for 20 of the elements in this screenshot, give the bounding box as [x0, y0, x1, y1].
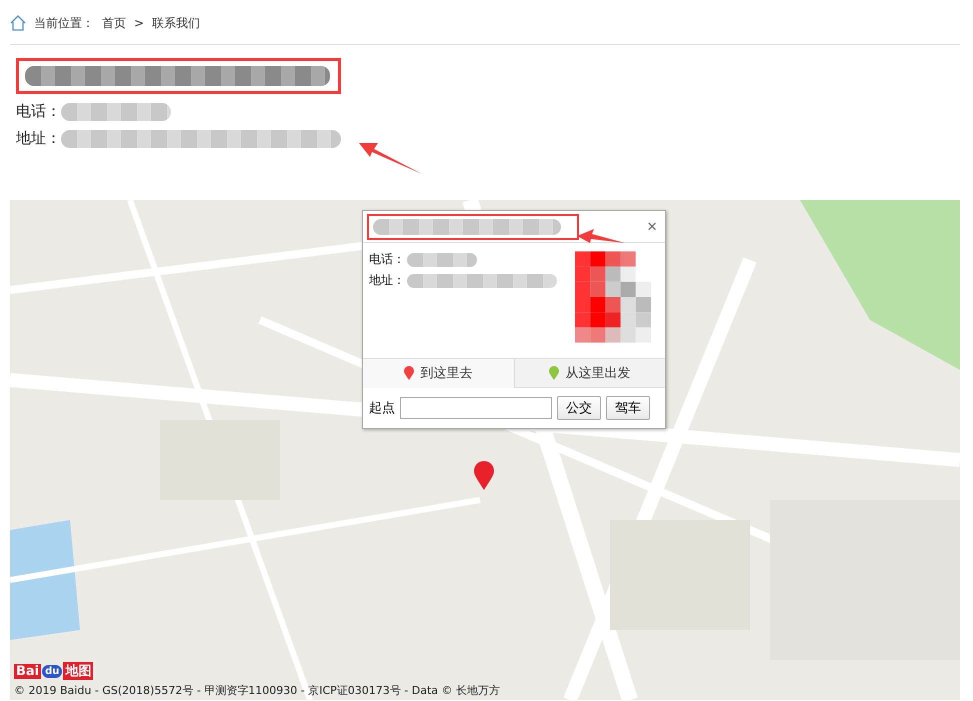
breadcrumb-label: 当前位置：: [34, 14, 94, 32]
route-tab[interactable]: 从这里出发: [514, 358, 665, 388]
map-logo: Bai du 地图: [14, 662, 94, 680]
copyright-text: © 2019 Baidu - GS(2018)5572号 - 甲测资字1100930 - 京ICP证030173号 - Data © 长地万方: [14, 683, 500, 698]
home-icon: [10, 15, 26, 31]
breadcrumb-link[interactable]: 首页: [102, 14, 126, 32]
close-button[interactable]: ×: [647, 216, 657, 237]
marker-icon: [473, 461, 495, 491]
address-label: 地址：: [369, 272, 405, 290]
breadcrumb-link[interactable]: 联系我们: [152, 14, 200, 32]
route-button[interactable]: 公交: [557, 396, 601, 420]
phone-label: 电话：: [369, 251, 405, 268]
start-label: 起点: [369, 400, 395, 417]
start-field[interactable]: [400, 397, 552, 419]
route-tab[interactable]: 到这里去: [363, 358, 514, 388]
redacted-text: [407, 252, 477, 267]
route-button[interactable]: 驾车: [606, 396, 650, 420]
breadcrumb-separator: >: [134, 16, 144, 30]
address-label: 地址：: [16, 129, 61, 148]
phone-label: 电话：: [16, 102, 61, 121]
